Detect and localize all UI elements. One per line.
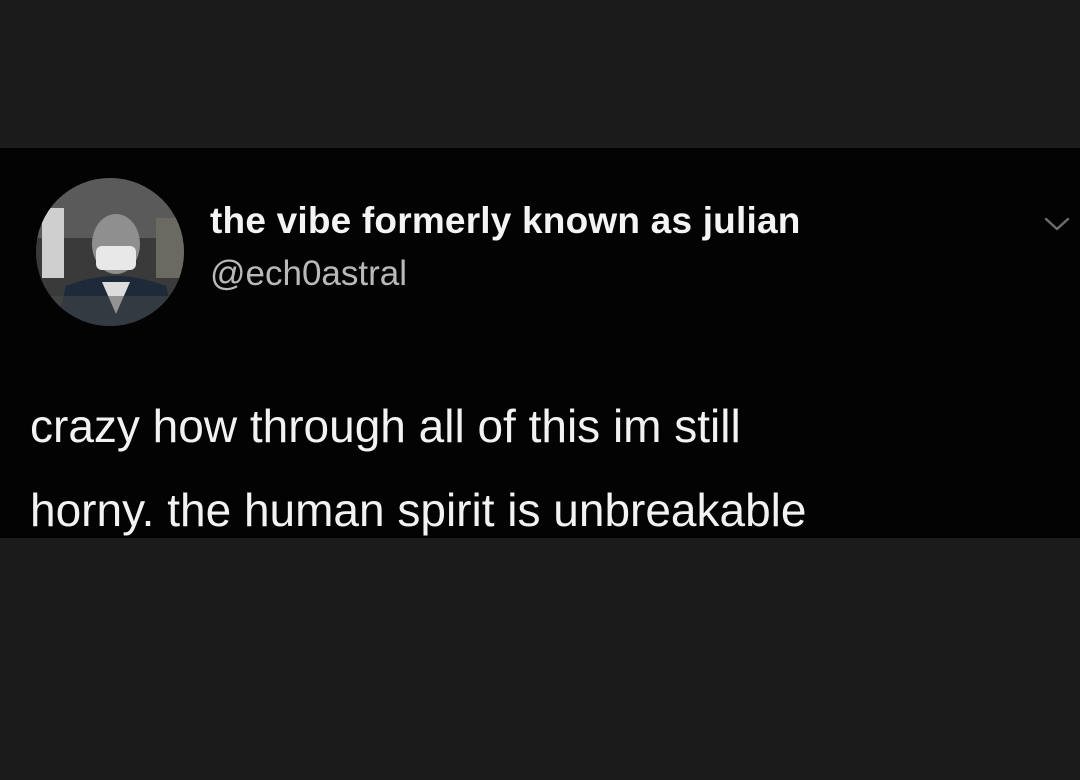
screenshot-frame: the vibe formerly known as julian @ech0a… — [0, 0, 1080, 780]
tweet-text-line: horny. the human spirit is unbreakable — [30, 484, 807, 536]
user-handle[interactable]: @ech0astral — [210, 254, 407, 294]
tweet-text: crazy how through all of this im still h… — [30, 384, 1070, 552]
chevron-down-icon[interactable] — [1042, 214, 1072, 234]
tweet-text-line: crazy how through all of this im still — [30, 400, 741, 452]
avatar[interactable] — [36, 178, 184, 326]
display-name[interactable]: the vibe formerly known as julian — [210, 200, 801, 242]
tweet-card[interactable]: the vibe formerly known as julian @ech0a… — [0, 148, 1080, 538]
profile-photo-icon — [36, 178, 184, 326]
